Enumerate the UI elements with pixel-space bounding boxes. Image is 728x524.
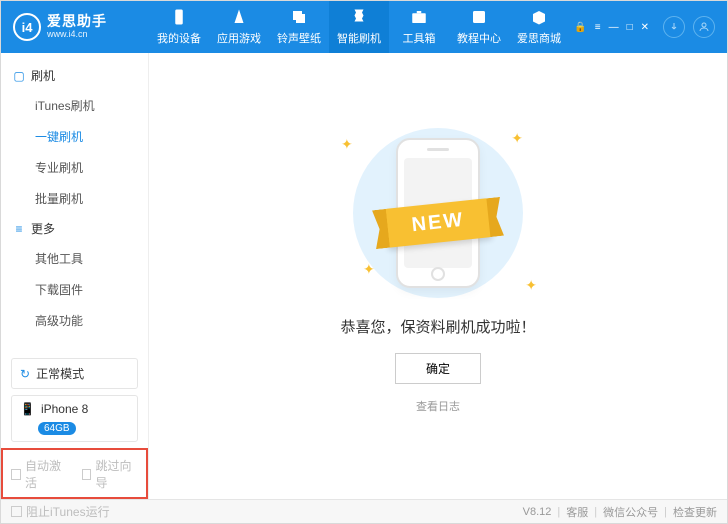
hero-illustration: ✦ ✦ ✦ ✦ NEW [333, 128, 543, 298]
body: ▢ 刷机 iTunes刷机一键刷机专业刷机批量刷机 ≡ 更多其他工具下载固件高级功能 ↻… [1, 53, 727, 499]
separator: | [594, 506, 597, 518]
download-icon[interactable] [663, 16, 685, 38]
header-tab[interactable]: 我的设备 [149, 1, 209, 53]
tab-icon [170, 8, 188, 26]
header-tabs: 我的设备应用游戏铃声壁纸智能刷机 工具箱 教程中心爱思商城 [149, 1, 574, 53]
separator: | [664, 506, 667, 518]
sidebar-item[interactable]: 下载固件 [35, 274, 148, 305]
app-window: i4 爱思助手 www.i4.cn 我的设备应用游戏铃声壁纸智能刷机 工具箱 教程中… [0, 0, 728, 524]
device-box[interactable]: 📱 iPhone 8 64GB [11, 395, 138, 442]
ok-button[interactable]: 确定 [395, 353, 481, 384]
view-log-link[interactable]: 查看日志 [416, 398, 460, 414]
section-icon: ▢ [13, 69, 25, 83]
header-tab[interactable]: 铃声壁纸 [269, 1, 329, 53]
tab-label: 教程中心 [457, 30, 501, 46]
block-itunes-label: 阻止iTunes运行 [26, 503, 110, 520]
sidebar-item[interactable]: iTunes刷机 [35, 90, 148, 121]
section-icon: ≡ [13, 222, 25, 236]
auto-activate-checkbox[interactable]: 自动激活 [11, 457, 68, 491]
tab-icon [290, 8, 308, 26]
tab-label: 爱思商城 [517, 30, 561, 46]
mode-icon: ↻ [20, 367, 30, 381]
main-content: ✦ ✦ ✦ ✦ NEW 恭喜您，保资料刷机成功啦！ 确定 查看日志 [149, 53, 727, 499]
tab-icon [350, 8, 368, 26]
tab-label: 应用游戏 [217, 30, 261, 46]
sidebar-items: 其他工具下载固件高级功能 [1, 243, 148, 336]
sidebar-section-title: ≡ 更多 [1, 214, 148, 243]
footer: 阻止iTunes运行 V8.12 | 客服 | 微信公众号 | 检查更新 [1, 499, 727, 523]
sidebar: ▢ 刷机 iTunes刷机一键刷机专业刷机批量刷机 ≡ 更多其他工具下载固件高级功能 ↻… [1, 53, 149, 499]
skip-guide-checkbox[interactable]: 跳过向导 [82, 457, 139, 491]
sidebar-item[interactable]: 高级功能 [35, 305, 148, 336]
header-tab[interactable]: 智能刷机 [329, 1, 389, 53]
success-message: 恭喜您，保资料刷机成功啦！ [340, 316, 535, 337]
sparkle-icon: ✦ [525, 277, 537, 294]
tab-label: 智能刷机 [337, 30, 381, 46]
sidebar-item[interactable]: 其他工具 [35, 243, 148, 274]
header-right: 🔒 ≡ — □ ✕ [574, 16, 727, 38]
tab-label: 铃声壁纸 [277, 30, 321, 46]
tab-icon [410, 8, 428, 26]
tab-label: 我的设备 [157, 30, 201, 46]
phone-icon: 📱 [20, 402, 35, 416]
header: i4 爱思助手 www.i4.cn 我的设备应用游戏铃声壁纸智能刷机 工具箱 教程中… [1, 1, 727, 53]
section-label: 更多 [31, 220, 55, 237]
sparkle-icon: ✦ [511, 130, 523, 147]
tab-icon [470, 8, 488, 26]
skip-guide-label: 跳过向导 [95, 457, 138, 491]
check-update-link[interactable]: 检查更新 [673, 504, 717, 520]
settings-icon[interactable]: ≡ [595, 22, 601, 33]
sidebar-item[interactable]: 专业刷机 [35, 152, 148, 183]
sidebar-item[interactable]: 一键刷机 [35, 121, 148, 152]
header-tab[interactable]: 爱思商城 [509, 1, 569, 53]
maximize-icon[interactable]: □ [627, 22, 633, 33]
sidebar-items: iTunes刷机一键刷机专业刷机批量刷机 [1, 90, 148, 214]
wechat-link[interactable]: 微信公众号 [603, 504, 658, 520]
header-tab[interactable]: 应用游戏 [209, 1, 269, 53]
sidebar-section-title: ▢ 刷机 [1, 61, 148, 90]
device-name: iPhone 8 [41, 402, 88, 416]
window-controls: 🔒 ≡ — □ ✕ [574, 22, 649, 33]
lock-icon[interactable]: 🔒 [574, 22, 586, 33]
sparkle-icon: ✦ [341, 136, 353, 153]
brand-name: 爱思助手 [47, 14, 107, 29]
tab-icon [230, 8, 248, 26]
header-tab[interactable]: 工具箱 [389, 1, 449, 53]
sidebar-lower: ↻ 正常模式 📱 iPhone 8 64GB 自动激活 跳过向导 [1, 352, 148, 499]
section-label: 刷机 [31, 67, 55, 84]
logo-text: 爱思助手 www.i4.cn [47, 14, 107, 39]
footer-left: 阻止iTunes运行 [11, 503, 110, 520]
tab-label: 工具箱 [403, 30, 436, 46]
user-icon[interactable] [693, 16, 715, 38]
mode-label: 正常模式 [36, 365, 84, 382]
brand-url: www.i4.cn [47, 30, 107, 40]
header-tab[interactable]: 教程中心 [449, 1, 509, 53]
separator: | [557, 506, 560, 518]
flash-options-row: 自动激活 跳过向导 [1, 448, 148, 499]
storage-badge: 64GB [38, 422, 76, 435]
support-link[interactable]: 客服 [566, 504, 588, 520]
tab-icon [530, 8, 548, 26]
sparkle-icon: ✦ [363, 261, 375, 278]
close-icon[interactable]: ✕ [641, 22, 649, 33]
logo-icon: i4 [13, 13, 41, 41]
sidebar-item[interactable]: 批量刷机 [35, 183, 148, 214]
block-itunes-checkbox[interactable]: 阻止iTunes运行 [11, 503, 110, 520]
logo-block: i4 爱思助手 www.i4.cn [1, 13, 149, 41]
minimize-icon[interactable]: — [609, 22, 619, 33]
footer-right: V8.12 | 客服 | 微信公众号 | 检查更新 [523, 504, 717, 520]
auto-activate-label: 自动激活 [25, 457, 68, 491]
version-label: V8.12 [523, 506, 552, 518]
mode-box[interactable]: ↻ 正常模式 [11, 358, 138, 389]
